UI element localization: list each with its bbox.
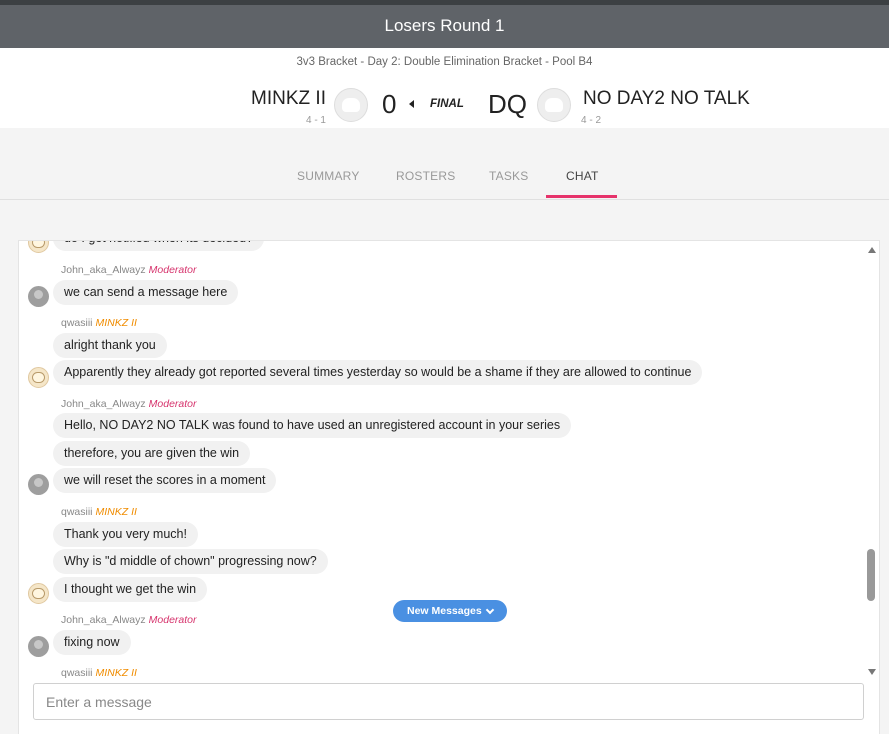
- user-avatar: [28, 241, 49, 253]
- author-name: qwasiii: [61, 317, 93, 329]
- message-author: John_aka_Alwayz Moderator: [61, 398, 197, 410]
- author-name: John_aka_Alwayz: [61, 398, 146, 410]
- author-role: MINKZ II: [95, 317, 137, 329]
- author-role: Moderator: [148, 264, 197, 276]
- caret-left-icon: [409, 100, 414, 108]
- scroll-up-arrow-icon[interactable]: [868, 247, 876, 253]
- message-list[interactable]: do I get notified when its decided? John…: [19, 241, 864, 679]
- round-title: Losers Round 1: [384, 16, 505, 35]
- user-avatar: [28, 367, 49, 388]
- chat-scrollbar[interactable]: [864, 241, 880, 679]
- author-role: Moderator: [148, 398, 197, 410]
- tab-tasks[interactable]: TASKS: [489, 169, 528, 183]
- message-bubble: alright thank you: [53, 333, 167, 358]
- message-bubble: fixing now: [53, 630, 131, 655]
- moderator-avatar: [28, 636, 49, 657]
- author-name: qwasiii: [61, 506, 93, 518]
- author-role: MINKZ II: [95, 667, 137, 679]
- team-right-avatar[interactable]: [537, 88, 571, 122]
- team-right-name[interactable]: NO DAY2 NO TALK: [583, 88, 750, 110]
- message-author: John_aka_Alwayz Moderator: [61, 614, 197, 626]
- tab-bar: SUMMARY ROSTERS TASKS CHAT: [0, 128, 889, 200]
- message-bubble: we can send a message here: [53, 280, 239, 305]
- message-author: qwasiii MINKZ II: [61, 667, 137, 679]
- message-bubble: Hello, NO DAY2 NO TALK was found to have…: [53, 413, 572, 438]
- tab-summary[interactable]: SUMMARY: [297, 169, 360, 183]
- message-bubble: I thought we get the win: [53, 577, 208, 602]
- message-author: qwasiii MINKZ II: [61, 317, 137, 329]
- author-name: John_aka_Alwayz: [61, 264, 146, 276]
- match-header: 3v3 Bracket - Day 2: Double Elimination …: [0, 48, 889, 128]
- author-name: qwasiii: [61, 667, 93, 679]
- message-bubble: Apparently they already got reported sev…: [53, 360, 703, 385]
- message-bubble: we will reset the scores in a moment: [53, 468, 277, 493]
- scroll-thumb[interactable]: [867, 549, 875, 601]
- bracket-info: 3v3 Bracket - Day 2: Double Elimination …: [296, 56, 593, 68]
- message-bubble: Thank you very much!: [53, 522, 198, 547]
- author-role: Moderator: [148, 614, 197, 626]
- top-bar: Losers Round 1: [0, 0, 889, 48]
- user-avatar: [28, 583, 49, 604]
- message-bubble: do I get notified when its decided?: [53, 241, 265, 251]
- message-bubble: Why is "d middle of chown" progressing n…: [53, 549, 328, 574]
- team-left-name[interactable]: MINKZ II: [251, 88, 326, 110]
- author-role: MINKZ II: [95, 506, 137, 518]
- active-tab-indicator: [546, 195, 617, 198]
- team-left-record: 4 - 1: [305, 115, 326, 126]
- chat-panel: do I get notified when its decided? John…: [18, 240, 880, 734]
- message-bubble: therefore, you are given the win: [53, 441, 251, 466]
- message-author: John_aka_Alwayz Moderator: [61, 264, 197, 276]
- message-author: qwasiii MINKZ II: [61, 506, 137, 518]
- team-right-score: DQ: [488, 89, 527, 119]
- tab-rosters[interactable]: ROSTERS: [396, 169, 455, 183]
- chevron-down-icon: [485, 605, 494, 614]
- team-right-record: 4 - 2: [581, 115, 602, 126]
- match-status: FINAL: [430, 98, 464, 110]
- new-messages-label: New Messages: [407, 605, 482, 617]
- moderator-avatar: [28, 286, 49, 307]
- moderator-avatar: [28, 474, 49, 495]
- new-messages-button[interactable]: New Messages: [393, 600, 507, 622]
- team-left-score: 0: [382, 89, 397, 119]
- message-input-wrapper: [33, 683, 864, 720]
- message-input[interactable]: [34, 684, 863, 719]
- author-name: John_aka_Alwayz: [61, 614, 146, 626]
- scroll-down-arrow-icon[interactable]: [868, 669, 876, 675]
- tab-chat[interactable]: CHAT: [566, 169, 599, 183]
- team-left-avatar[interactable]: [334, 88, 368, 122]
